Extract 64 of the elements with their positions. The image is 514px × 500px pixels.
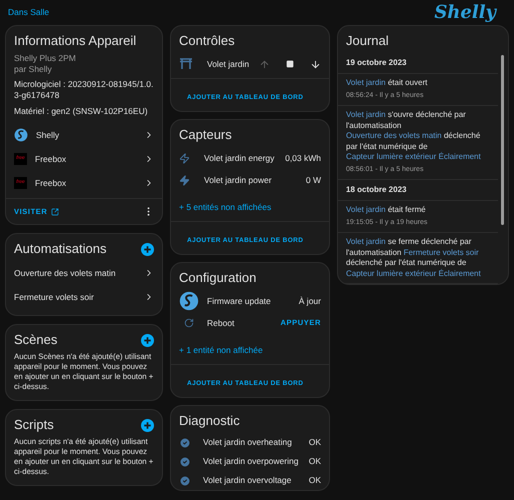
card-title: Diagnostic [179,412,240,430]
card-title: Capteurs [179,126,232,144]
entity-link[interactable]: Volet jardin [346,205,386,214]
entity-link[interactable]: Capteur lumière extérieur Éclairement [346,152,481,161]
device-model: Shelly Plus 2PM [14,53,77,64]
hardware-text: Matériel : gen2 (SNSW-102P16EU) [14,106,149,117]
breadcrumb-link[interactable]: Dans Salle [8,6,50,18]
entity-value: 0,03 kWh [285,152,321,164]
hidden-entities-link[interactable]: + 5 entités non affichées [179,202,272,212]
card-title: Automatisations [14,240,106,258]
card-title: Scènes [14,331,58,350]
automation-item[interactable]: Ouverture des volets matin [6,261,162,286]
check-circle-icon [179,436,191,448]
entity-value: OK [308,455,321,468]
entity-value: 0 W [306,174,321,186]
add-icon[interactable] [141,334,154,347]
entity-value: OK [308,474,321,487]
card-title: Contrôles [179,32,235,50]
journal-date: 19 octobre 2023 [338,53,498,74]
scrollbar[interactable] [501,55,504,225]
card-title: Configuration [179,269,256,287]
entity-name: Volet jardin [207,58,250,70]
stop-icon[interactable] [286,60,294,68]
device-maker: par Shelly [14,64,53,75]
check-circle-icon [179,474,191,486]
card-title: Informations Appareil [14,32,136,50]
journal-entry-text: Volet jardin était ouvert [346,78,428,88]
entity-name: Reboot [207,316,236,330]
entity-name: Volet jardin power [204,174,273,186]
entity-name: Volet jardin overheating [203,436,293,449]
card-title: Scripts [14,416,54,434]
journal-entry-text: Volet jardin était fermé [346,205,427,216]
add-icon[interactable] [141,242,154,256]
entity-link[interactable]: Capteur lumière extérieur Éclairement [346,268,481,278]
restart-icon [184,318,194,328]
arrow-down-icon[interactable] [310,58,321,70]
add-icon[interactable] [141,418,154,432]
automation-item[interactable]: Fermeture volets soir [6,285,162,310]
firmware-text: Micrologiciel : 20230912-081945/1.0.3-g6176478 [14,79,154,101]
integration-item[interactable]: Shelly [6,123,162,147]
shelly-logo-icon [14,128,28,142]
entity-link[interactable]: Ouverture des volets matin [346,131,442,140]
lightning-icon [179,174,190,186]
entity-name: Firmware update [207,294,272,308]
entity-link[interactable]: Volet jardin [346,237,386,246]
entity-value: OK [308,436,321,449]
shelly-logo-icon [179,291,199,311]
journal-entry-text: Volet jardin se ferme déclenché par l'automatisation Fermeture volets soir déclenché par l'état numérique de Capteur lumière extérieur Éclairement [346,237,482,279]
check-circle-icon [179,456,191,468]
external-link-icon [51,208,60,216]
gate-icon [179,58,193,70]
entity-link[interactable]: Fermeture volets soir [404,248,479,256]
entity-name: Volet jardin overpowering [203,455,300,468]
journal-date: 18 octobre 2023 [338,180,498,201]
entity-link[interactable]: Volet jardin [346,110,386,119]
card-title: Journal [346,32,389,50]
lightning-icon [179,152,190,164]
entity-link[interactable]: Volet jardin [346,78,386,87]
hidden-entities-link[interactable]: + 1 entité non affichée [179,345,263,355]
entity-name: Volet jardin energy [204,152,276,164]
journal-entry-text: Volet jardin s'ouvre déclenché par l'automatisation Ouverture des volets matin déclenché par l'état numérique de Capteur lumière extérieur Éclairement [346,110,482,162]
entity-name: Volet jardin overvoltage [203,474,292,487]
entity-value: À jour [298,294,321,308]
logo-text: Shelly [434,0,496,24]
